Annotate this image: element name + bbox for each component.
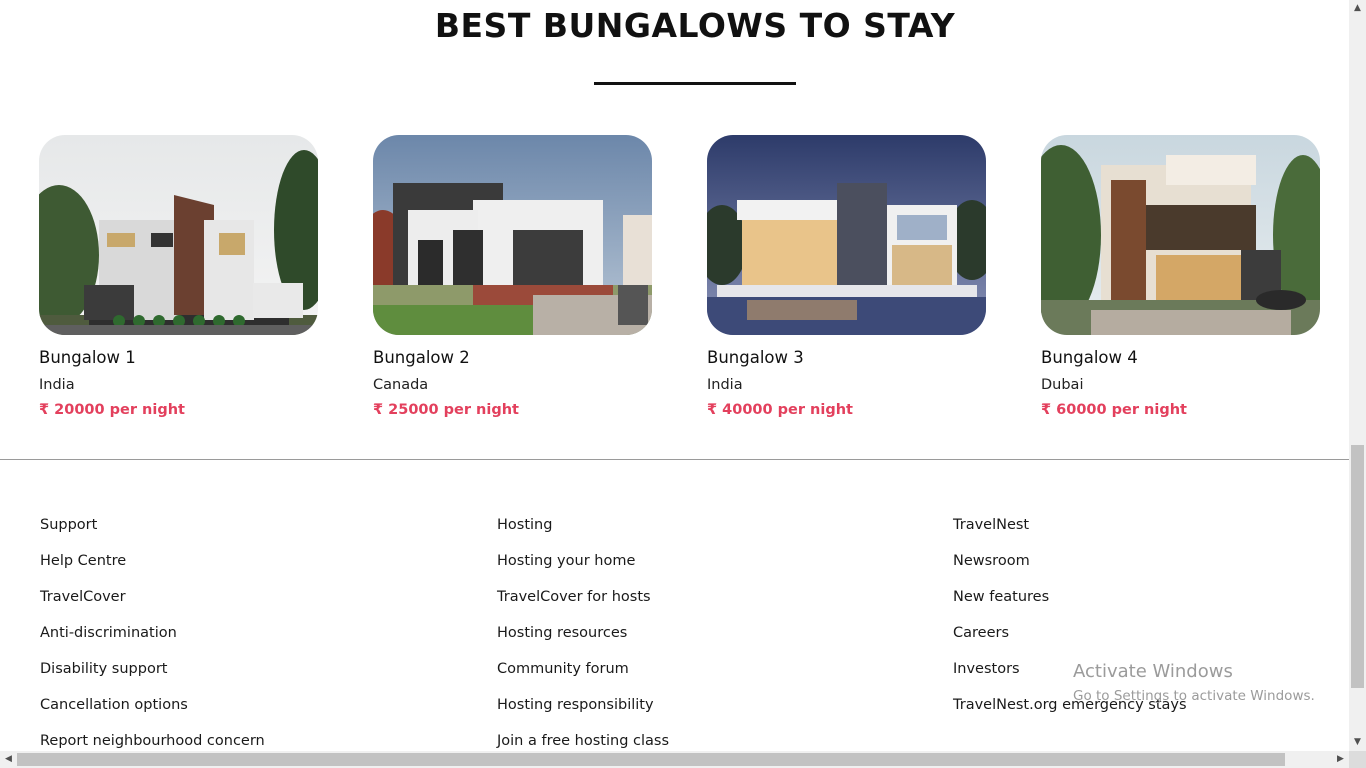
title-underline (594, 82, 796, 85)
footer-link-travelcover[interactable]: TravelCover (40, 587, 265, 623)
bungalow-name[interactable]: Bungalow 1 (39, 348, 319, 367)
footer-link-hosting[interactable]: Hosting (497, 515, 669, 551)
horizontal-scrollbar[interactable]: ◀ ▶ (0, 751, 1349, 768)
bungalow-location: Dubai (1041, 377, 1084, 393)
bungalow-price: ₹ 60000 per night (1041, 402, 1187, 418)
footer-link-travelnest[interactable]: TravelNest (953, 515, 1187, 551)
footer-link-disability-support[interactable]: Disability support (40, 659, 265, 695)
chevron-up-icon[interactable]: ▲ (1349, 0, 1366, 17)
footer-column-hosting: Hosting Hosting your home TravelCover fo… (497, 515, 669, 751)
footer-column-support: Support Help Centre TravelCover Anti-dis… (40, 515, 265, 751)
footer-link-cancellation-options[interactable]: Cancellation options (40, 695, 265, 731)
footer-link-report-neighbourhood-concern[interactable]: Report neighbourhood concern (40, 731, 265, 751)
chevron-down-icon[interactable]: ▼ (1349, 734, 1366, 751)
bungalow-location: Canada (373, 377, 429, 393)
footer-column-travelnest: TravelNest Newsroom New features Careers… (953, 515, 1187, 731)
footer-link-new-features[interactable]: New features (953, 587, 1187, 623)
footer-link-community-forum[interactable]: Community forum (497, 659, 669, 695)
bungalow-card[interactable]: Bungalow 3 India ₹ 40000 per night (707, 135, 987, 418)
bungalow-card[interactable]: Bungalow 1 India ₹ 20000 per night (39, 135, 319, 418)
footer-link-join-hosting-class[interactable]: Join a free hosting class (497, 731, 669, 751)
bungalow-card[interactable]: Bungalow 4 Dubai ₹ 60000 per night (1041, 135, 1321, 418)
footer-link-support[interactable]: Support (40, 515, 265, 551)
scrollbar-corner (1349, 751, 1366, 768)
footer-link-anti-discrimination[interactable]: Anti-discrimination (40, 623, 265, 659)
footer-link-hosting-resources[interactable]: Hosting resources (497, 623, 669, 659)
page: BEST BUNGALOWS TO STAY Bungalow 1 India … (0, 0, 1349, 751)
bungalow-name[interactable]: Bungalow 2 (373, 348, 653, 367)
footer-link-emergency-stays[interactable]: TravelNest.org emergency stays (953, 695, 1187, 731)
footer-link-hosting-your-home[interactable]: Hosting your home (497, 551, 669, 587)
footer-link-hosting-responsibility[interactable]: Hosting responsibility (497, 695, 669, 731)
bungalow-location: India (707, 377, 743, 393)
bungalow-image[interactable] (707, 135, 986, 335)
section-title: BEST BUNGALOWS TO STAY (434, 6, 956, 45)
bungalow-price: ₹ 40000 per night (707, 402, 853, 418)
bungalow-location: India (39, 377, 75, 393)
bungalow-name[interactable]: Bungalow 3 (707, 348, 987, 367)
vertical-scroll-thumb[interactable] (1351, 445, 1364, 688)
footer-divider (0, 459, 1349, 460)
bungalow-image[interactable] (373, 135, 652, 335)
bungalow-price: ₹ 20000 per night (39, 402, 185, 418)
horizontal-scroll-thumb[interactable] (17, 753, 1285, 766)
chevron-right-icon[interactable]: ▶ (1332, 751, 1349, 768)
bungalow-price: ₹ 25000 per night (373, 402, 519, 418)
vertical-scrollbar[interactable]: ▲ ▼ (1349, 0, 1366, 751)
footer-link-travelcover-for-hosts[interactable]: TravelCover for hosts (497, 587, 669, 623)
footer-link-investors[interactable]: Investors (953, 659, 1187, 695)
footer-link-newsroom[interactable]: Newsroom (953, 551, 1187, 587)
bungalow-image[interactable] (39, 135, 318, 335)
bungalow-image[interactable] (1041, 135, 1320, 335)
chevron-left-icon[interactable]: ◀ (0, 751, 17, 768)
footer-link-careers[interactable]: Careers (953, 623, 1187, 659)
bungalow-card[interactable]: Bungalow 2 Canada ₹ 25000 per night (373, 135, 653, 418)
footer-link-help-centre[interactable]: Help Centre (40, 551, 265, 587)
bungalow-name[interactable]: Bungalow 4 (1041, 348, 1321, 367)
